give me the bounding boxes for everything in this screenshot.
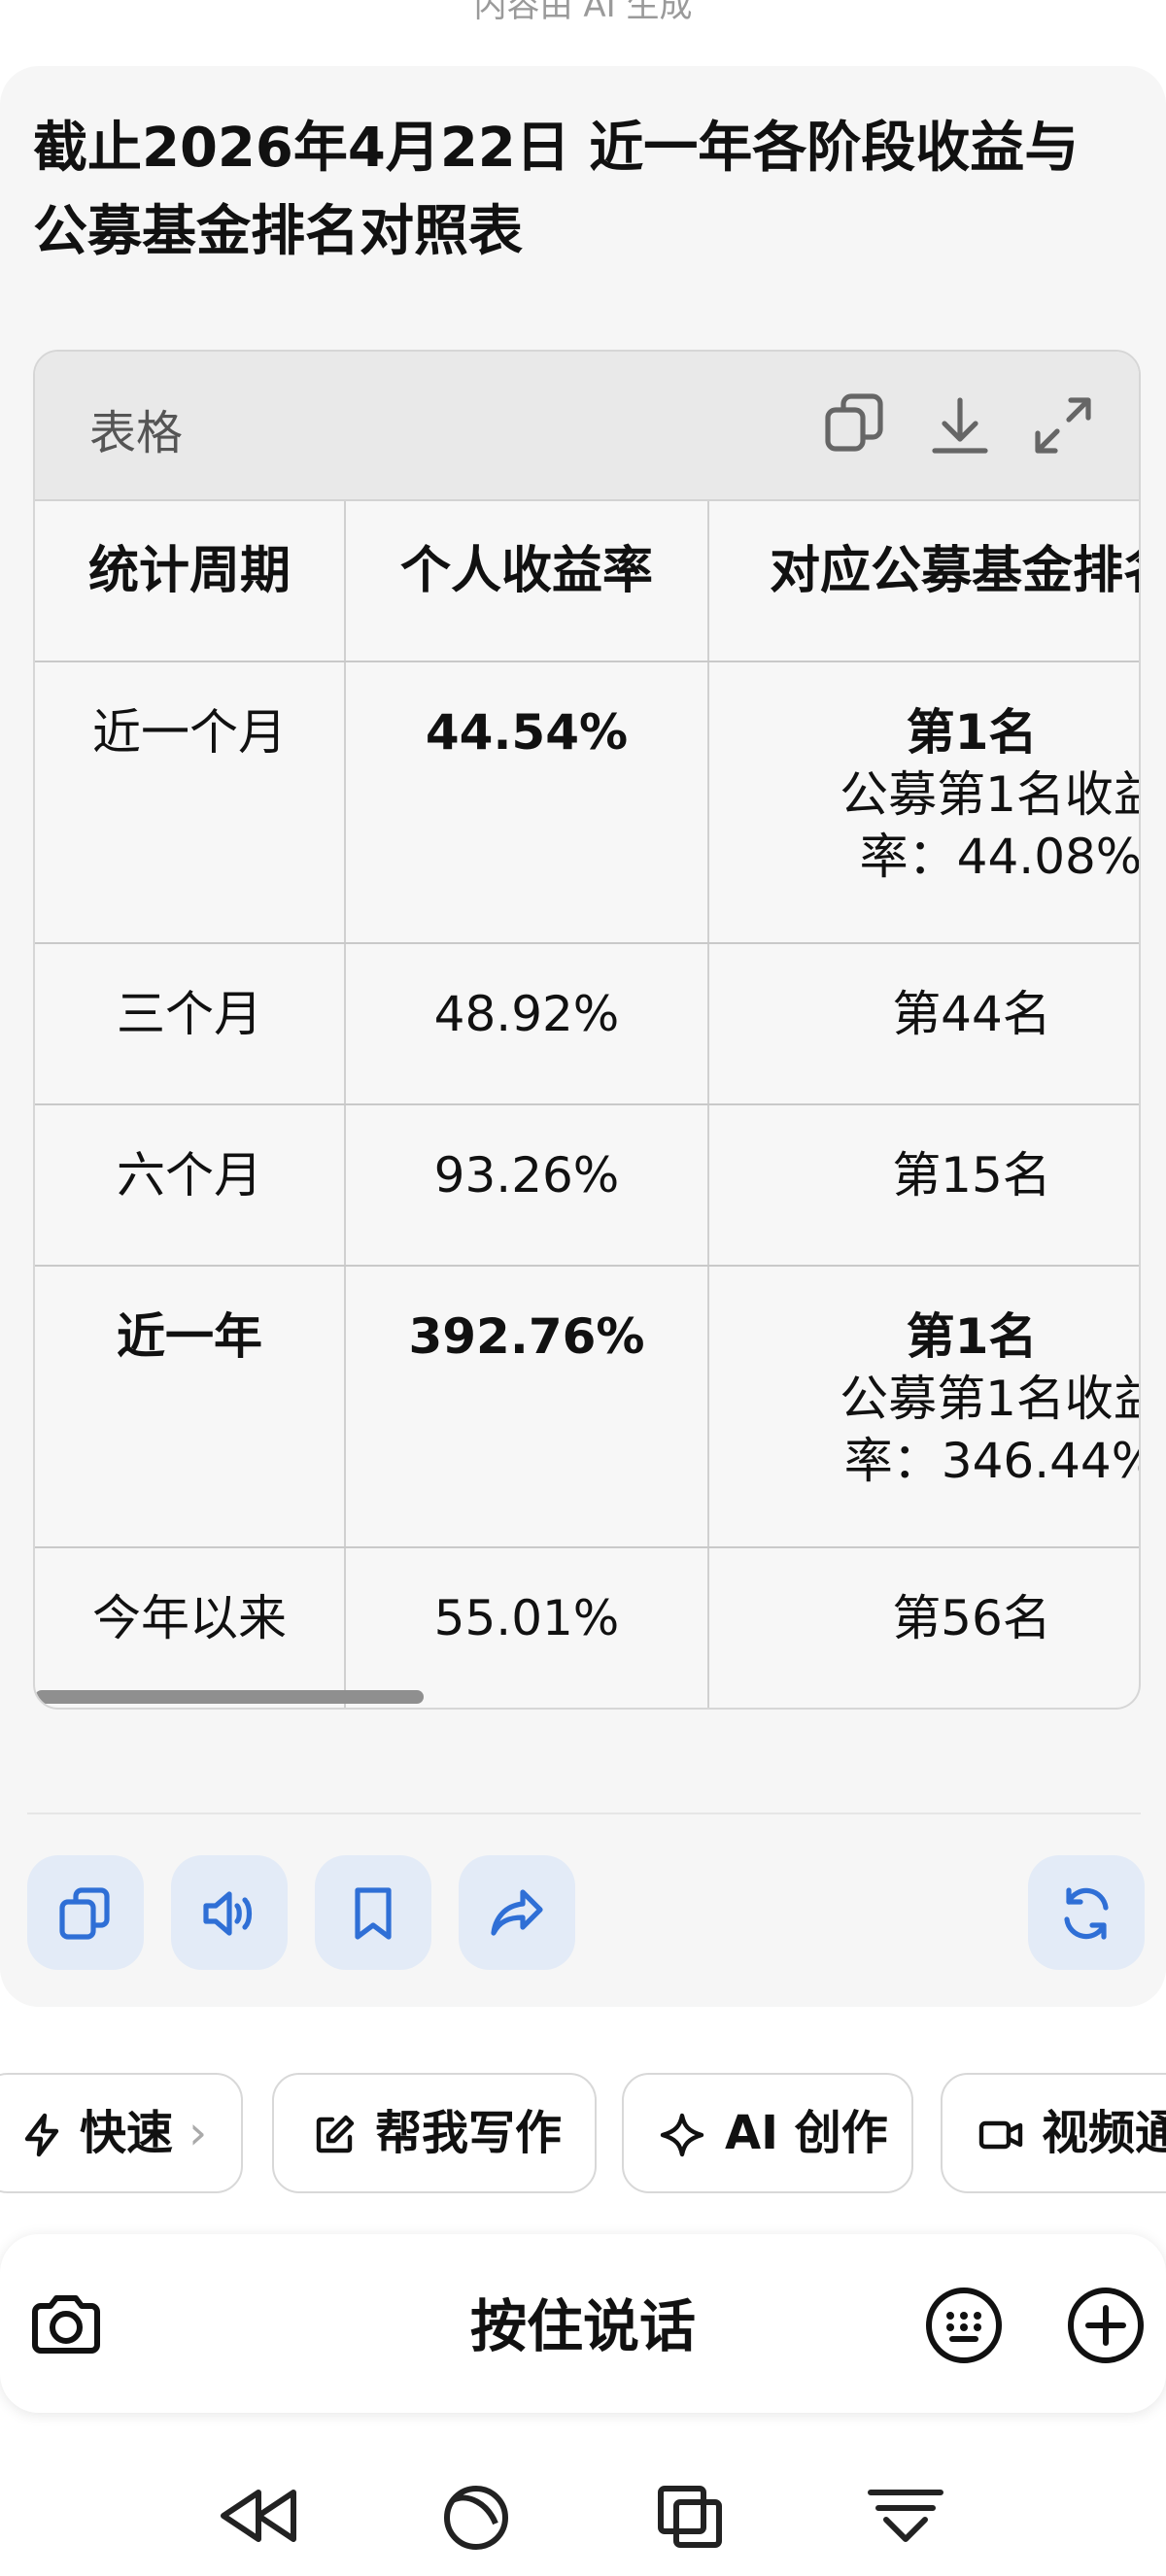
- return-cell: 93.26%: [346, 1105, 709, 1265]
- rank-cell: 第1名 公募第1名收益率：346.44%: [840, 1308, 1141, 1489]
- return-cell: 44.54%: [346, 662, 709, 942]
- add-button[interactable]: [1065, 2285, 1147, 2366]
- regenerate-button[interactable]: [1028, 1855, 1145, 1970]
- edit-icon: [316, 2115, 355, 2153]
- rank-cell: 第56名: [892, 1590, 1051, 1646]
- return-cell: 392.76%: [346, 1267, 709, 1546]
- input-bar: 按住说话: [0, 2234, 1166, 2413]
- copy-table-icon[interactable]: [822, 390, 888, 460]
- camera-button[interactable]: [27, 2287, 105, 2364]
- hold-to-talk-button[interactable]: 按住说话: [330, 2281, 836, 2362]
- table-label: 表格: [89, 406, 184, 460]
- chip-video-call[interactable]: 视频通: [941, 2073, 1166, 2193]
- chip-ai-create[interactable]: AI 创作: [622, 2073, 913, 2193]
- header-cell: 统计周期: [35, 501, 346, 661]
- camera-icon: [32, 2295, 100, 2354]
- divider: [27, 1813, 1141, 1814]
- plus-icon: [1068, 2288, 1144, 2363]
- download-icon[interactable]: [927, 390, 993, 460]
- keyboard-button[interactable]: [923, 2285, 1005, 2366]
- table-row: 近一个月 44.54% 第1名 公募第1名收益率：44.08%: [35, 662, 1141, 944]
- rank-cell: 第44名: [892, 986, 1051, 1042]
- header-cell: 个人收益率: [346, 501, 709, 661]
- header-cell: 对应公募基金排名: [769, 542, 1141, 600]
- back-icon: [221, 2490, 296, 2542]
- lightning-icon: [24, 2113, 59, 2157]
- answer-heading: 截止2026年4月22日 近一年各阶段收益与公募基金排名对照表: [33, 117, 1080, 263]
- return-cell: 48.92%: [346, 944, 709, 1103]
- copy-icon: [59, 1887, 110, 1940]
- keyboard-icon: [926, 2288, 1002, 2363]
- period-cell: 今年以来: [35, 1548, 346, 1708]
- copy-button[interactable]: [27, 1855, 144, 1970]
- video-icon: [978, 2120, 1023, 2150]
- share-button[interactable]: [459, 1855, 575, 1970]
- home-icon: [444, 2486, 508, 2550]
- speaker-icon: [203, 1891, 253, 1936]
- table-header-row: 统计周期 个人收益率 对应公募基金排名: [35, 501, 1141, 662]
- table-toolbar: 表格: [35, 352, 1139, 501]
- return-cell: 55.01%: [346, 1548, 709, 1708]
- ai-generated-note: 内容由 AI 生成: [473, 0, 693, 25]
- expand-icon[interactable]: [1030, 390, 1096, 460]
- bookmark-button[interactable]: [315, 1855, 431, 1970]
- bookmark-icon: [355, 1887, 392, 1940]
- nav-recents-button[interactable]: [649, 2477, 737, 2555]
- chip-help-write[interactable]: 帮我写作: [272, 2073, 597, 2193]
- table-row: 三个月 48.92% 第44名: [35, 944, 1139, 1105]
- table-row: 六个月 93.26% 第15名: [35, 1105, 1139, 1267]
- nav-menu-button[interactable]: [863, 2477, 950, 2555]
- rank-cell: 第15名: [892, 1147, 1051, 1203]
- refresh-icon: [1064, 1887, 1109, 1940]
- share-icon: [491, 1889, 543, 1936]
- period-cell: 六个月: [35, 1105, 346, 1265]
- table-row: 今年以来 55.01% 第56名: [35, 1548, 1139, 1708]
- read-aloud-button[interactable]: [171, 1855, 288, 1970]
- period-cell: 近一年: [35, 1267, 346, 1546]
- recents-icon: [658, 2486, 722, 2548]
- nav-home-button[interactable]: [433, 2477, 521, 2555]
- sparkle-icon: [660, 2113, 704, 2157]
- table-row: 近一年 392.76% 第1名 公募第1名收益率：346.44%: [35, 1267, 1141, 1548]
- nav-back-button[interactable]: [216, 2477, 303, 2555]
- collapse-icon: [868, 2490, 943, 2542]
- period-cell: 三个月: [35, 944, 346, 1103]
- table-horizontal-scrollbar[interactable]: [35, 1690, 424, 1704]
- period-cell: 近一个月: [35, 662, 346, 942]
- table-container[interactable]: 表格 统计周期 个人收益率 对应公募基金排名 近一个月 44.54% 第1名 公…: [33, 350, 1141, 1710]
- rank-cell: 第1名 公募第1名收益率：44.08%: [840, 704, 1141, 885]
- chip-fast[interactable]: 快速 ›: [0, 2073, 243, 2193]
